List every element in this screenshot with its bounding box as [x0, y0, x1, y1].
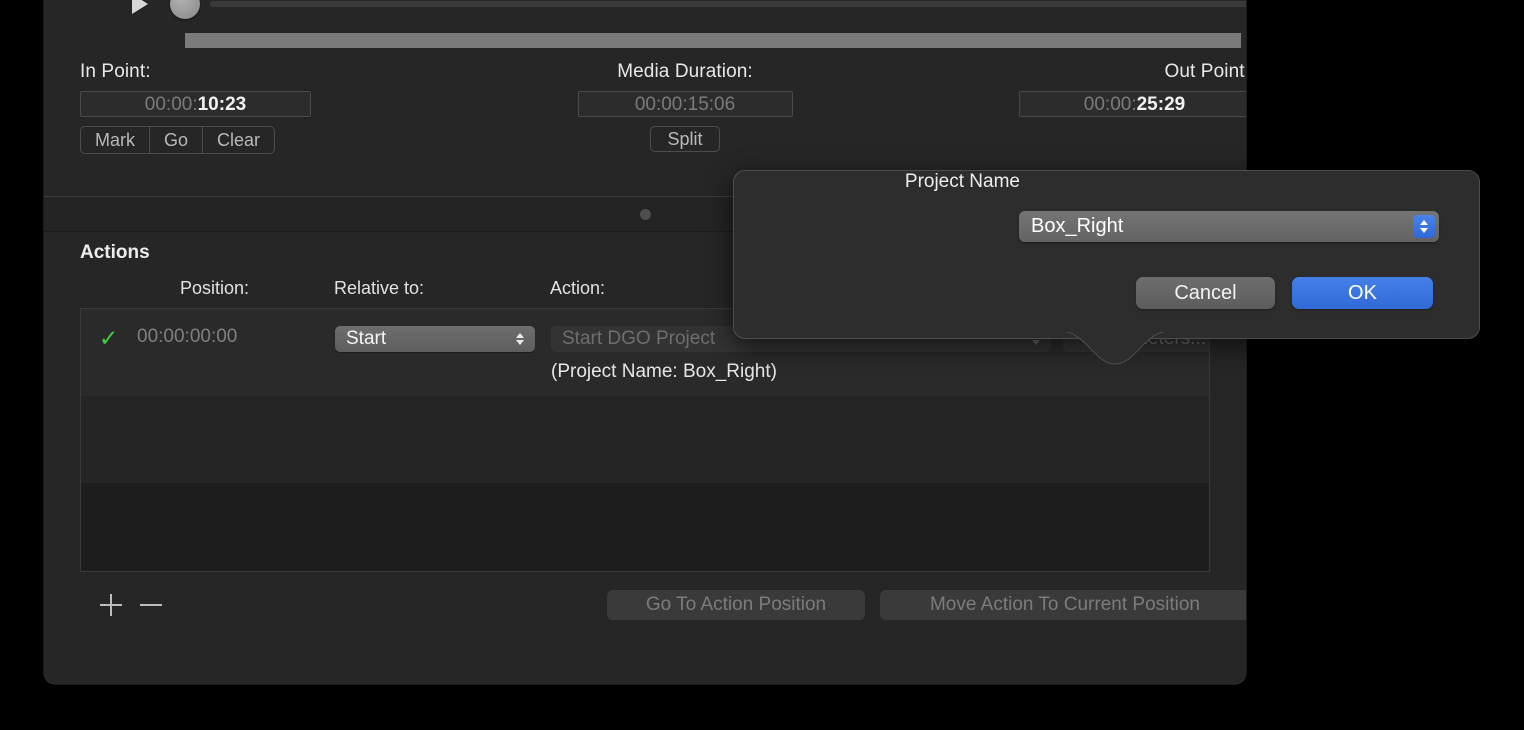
- in-point-field[interactable]: 00:00:10:23: [80, 91, 311, 117]
- out-point-group: Out Point: 00:00:25:29: [940, 60, 1246, 117]
- chevron-updown-icon: [509, 333, 531, 345]
- project-name-label: Project Name: [904, 171, 1020, 192]
- trim-range-row: [80, 28, 1246, 50]
- scrubber-knob[interactable]: [170, 0, 200, 19]
- relative-to-dropdown[interactable]: Start: [335, 326, 535, 352]
- split-button-wrap: Split: [535, 126, 835, 152]
- actions-section-title: Actions: [80, 242, 150, 263]
- table-row-empty[interactable]: [81, 483, 1209, 570]
- go-button[interactable]: Go: [149, 127, 202, 153]
- trim-range-bar[interactable]: [185, 33, 1241, 48]
- table-row-empty[interactable]: [81, 396, 1209, 483]
- column-header-action: Action:: [550, 278, 606, 298]
- row-detail-text: (Project Name: Box_Right): [551, 361, 777, 382]
- ok-button[interactable]: OK: [1292, 277, 1433, 309]
- minus-icon[interactable]: [136, 590, 166, 620]
- plus-icon[interactable]: [96, 590, 126, 620]
- split-button[interactable]: Split: [650, 126, 720, 152]
- out-point-label: Out Point:: [1164, 61, 1247, 82]
- in-point-group: In Point: 00:00:10:23 Mark Go Clear: [80, 60, 380, 154]
- project-name-value: Box_Right: [1031, 215, 1124, 237]
- actions-table: ✓ 00:00:00:00 Start Start DGO Project Pa…: [80, 308, 1210, 572]
- mark-button[interactable]: Mark: [81, 127, 149, 153]
- column-header-relative-to: Relative to:: [334, 278, 425, 298]
- project-name-dropdown[interactable]: Box_Right: [1019, 211, 1439, 242]
- out-point-field[interactable]: 00:00:25:29: [1019, 91, 1246, 117]
- row-enabled-checkmark-icon[interactable]: ✓: [99, 327, 118, 350]
- out-point-value-highlight: 25:29: [1136, 94, 1186, 115]
- points-section: In Point: 00:00:10:23 Mark Go Clear Medi…: [80, 60, 1246, 180]
- out-point-value-dim: 00:00:: [1083, 94, 1137, 115]
- media-duration-label: Media Duration:: [617, 61, 753, 82]
- row-position-value[interactable]: 00:00:00:00: [137, 326, 237, 348]
- project-name-popover: Project Name Box_Right Cancel OK: [733, 170, 1480, 339]
- popover-button-row: Cancel OK: [1136, 277, 1433, 309]
- media-duration-field: 00:00:15:06: [577, 91, 793, 117]
- column-header-position: Position:: [180, 278, 250, 298]
- cancel-button[interactable]: Cancel: [1136, 277, 1275, 309]
- media-duration-group: Media Duration: 00:00:15:06 Split: [535, 60, 835, 152]
- play-triangle-icon[interactable]: [132, 0, 148, 14]
- popover-callout-tail: [1060, 330, 1170, 365]
- in-point-value-dim: 00:00:: [144, 94, 198, 115]
- in-point-segmented-control: Mark Go Clear: [80, 126, 276, 154]
- move-action-to-current-position-button[interactable]: Move Action To Current Position: [880, 590, 1246, 620]
- stepper-updown-icon[interactable]: [1413, 215, 1435, 238]
- relative-to-value: Start: [346, 328, 387, 349]
- clear-button[interactable]: Clear: [202, 127, 274, 153]
- actions-toolbar: Go To Action Position Move Action To Cur…: [80, 580, 1246, 638]
- in-point-value-highlight: 10:23: [197, 94, 247, 115]
- transport-bar: [80, 0, 1246, 30]
- go-to-action-position-button[interactable]: Go To Action Position: [607, 590, 865, 620]
- in-point-label: In Point:: [80, 61, 151, 82]
- scrubber-track[interactable]: [210, 1, 1246, 7]
- screen: In Point: 00:00:10:23 Mark Go Clear Medi…: [0, 0, 1524, 730]
- splitter-grab-handle[interactable]: [639, 208, 651, 220]
